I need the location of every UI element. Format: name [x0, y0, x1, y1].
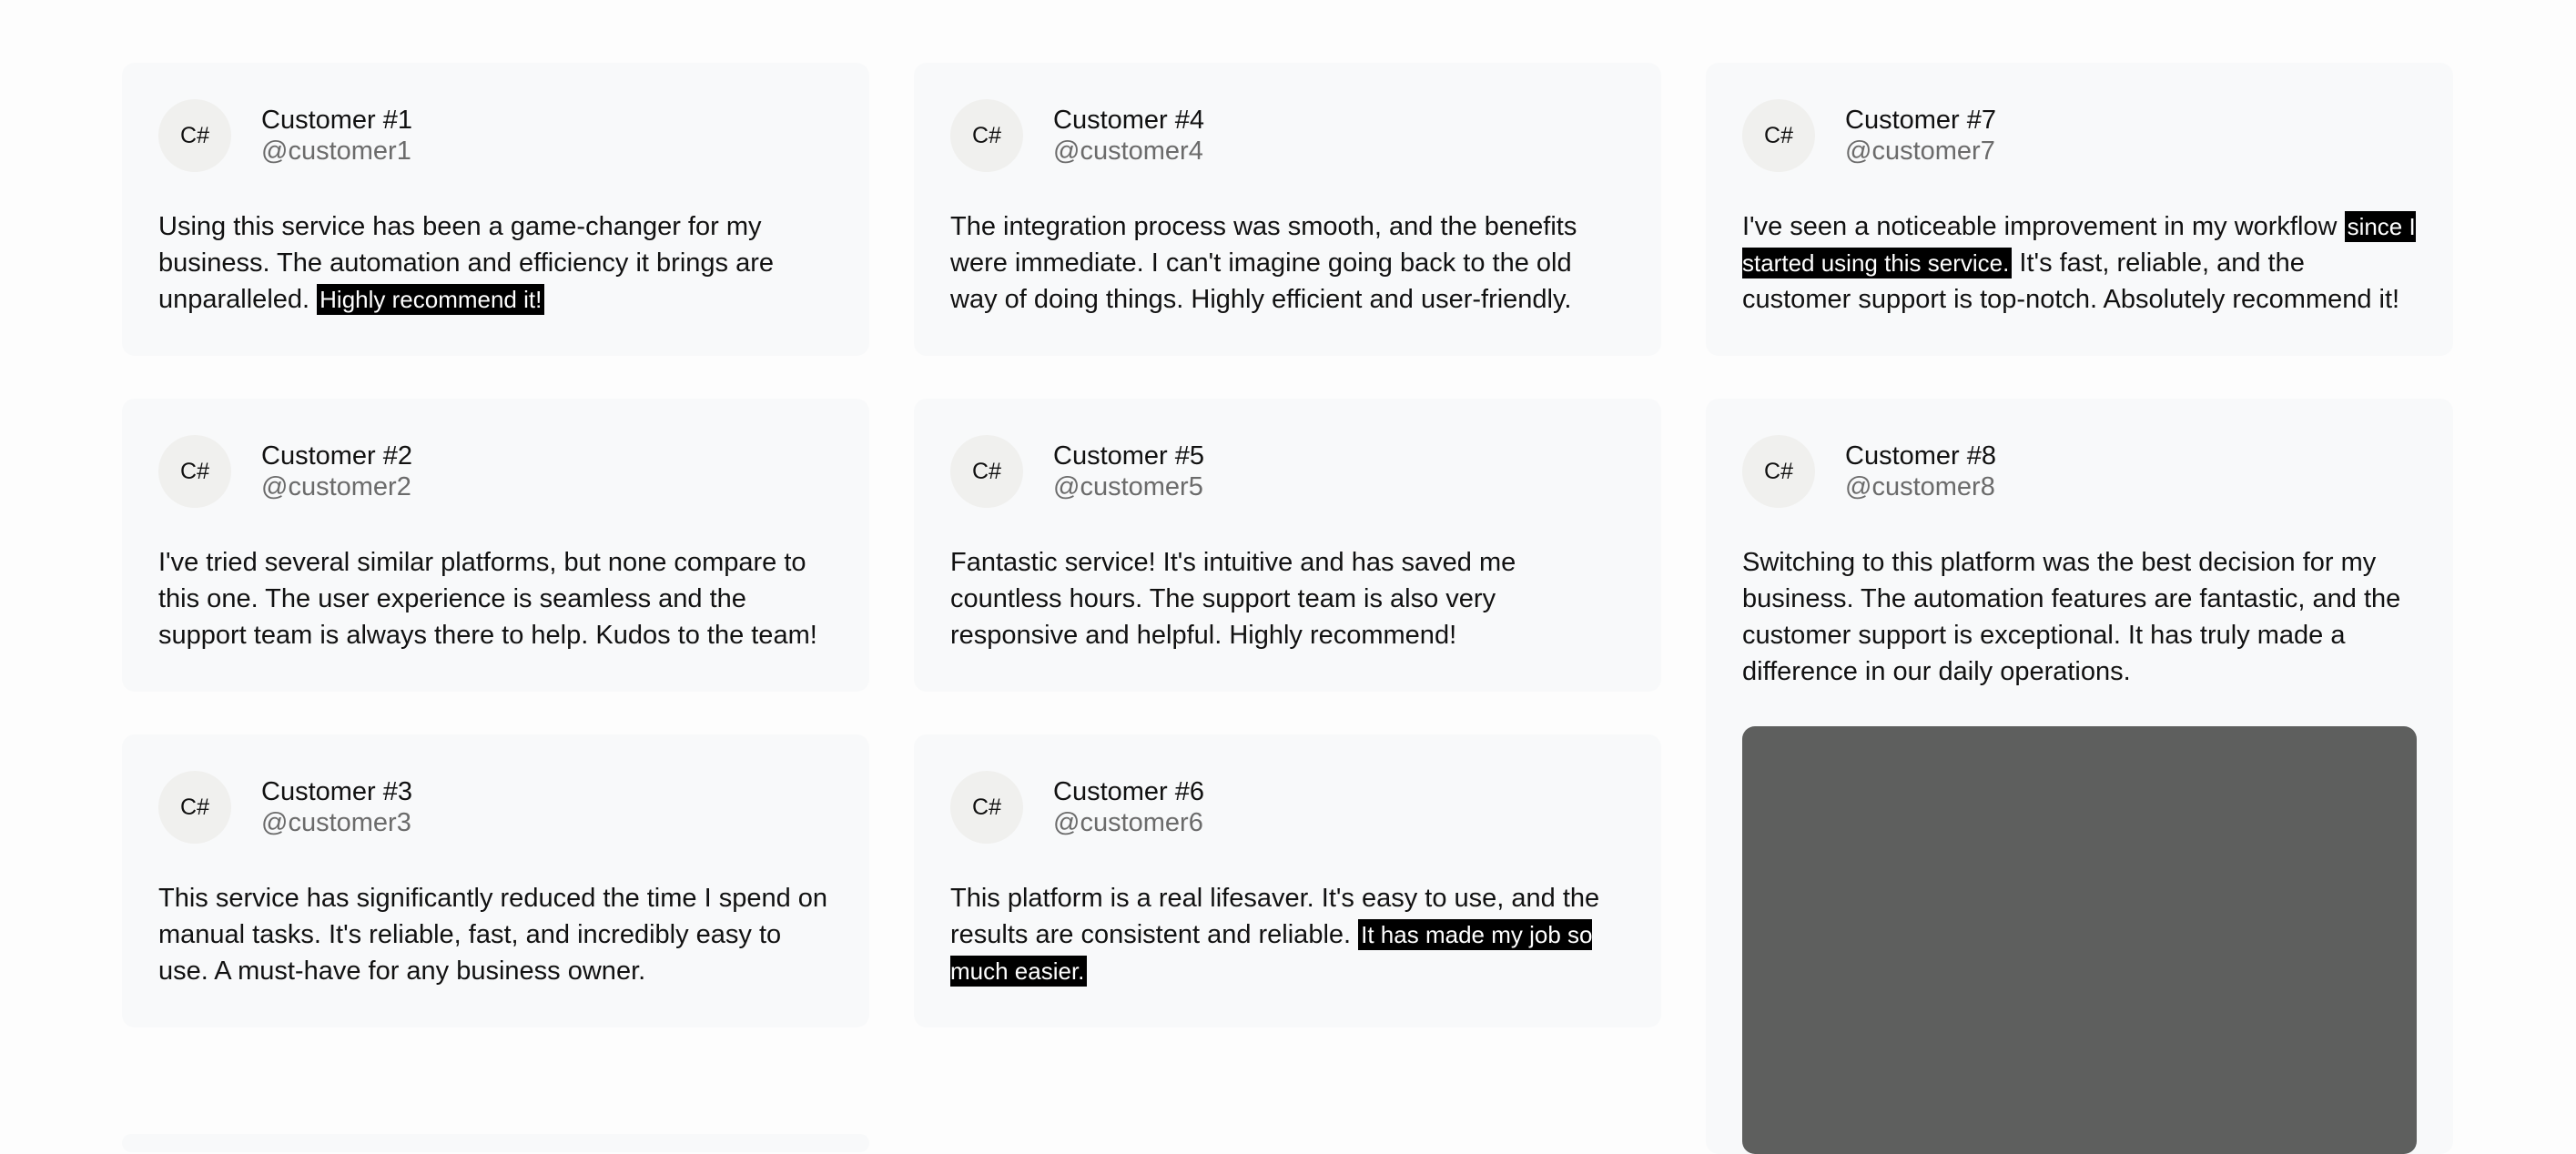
author-name: Customer #5 — [1053, 441, 1205, 471]
testimonial-card: C# Customer #5 @customer5 Fantastic serv… — [914, 399, 1661, 692]
card-header: C# Customer #4 @customer4 — [950, 99, 1625, 172]
author-handle: @customer7 — [1845, 137, 1995, 166]
author-info: Customer #5 @customer5 — [1053, 440, 1204, 502]
author-info: Customer #6 @customer6 — [1053, 776, 1204, 838]
testimonial-media-placeholder — [1742, 726, 2417, 1154]
author-info: Customer #8 @customer8 — [1845, 440, 1996, 502]
author-name: Customer #2 — [261, 441, 413, 471]
testimonial-card: C# Customer #1 @customer1 Using this ser… — [122, 63, 869, 356]
testimonial-card: C# Customer #6 @customer6 This platform … — [914, 734, 1661, 1027]
avatar: C# — [158, 771, 231, 844]
card-header: C# Customer #8 @customer8 — [1742, 435, 2417, 508]
avatar: C# — [950, 435, 1023, 508]
author-handle: @customer2 — [261, 472, 411, 501]
testimonial-card-partial — [122, 1134, 869, 1152]
highlighted-text: Highly recommend it! — [317, 284, 545, 315]
author-info: Customer #4 @customer4 — [1053, 105, 1204, 167]
avatar: C# — [1742, 99, 1815, 172]
testimonial-card: C# Customer #3 @customer3 This service h… — [122, 734, 869, 1027]
author-name: Customer #8 — [1845, 441, 1997, 471]
avatar: C# — [950, 771, 1023, 844]
author-handle: @customer8 — [1845, 472, 1995, 501]
testimonial-text: This platform is a real lifesaver. It's … — [950, 880, 1625, 989]
avatar: C# — [1742, 435, 1815, 508]
card-header: C# Customer #3 @customer3 — [158, 771, 833, 844]
testimonial-text: Fantastic service! It's intuitive and ha… — [950, 548, 1516, 650]
author-info: Customer #1 @customer1 — [261, 105, 412, 167]
testimonial-text-start: I've seen a noticeable improvement in my… — [1742, 212, 2345, 241]
card-header: C# Customer #7 @customer7 — [1742, 99, 2417, 172]
avatar: C# — [158, 99, 231, 172]
testimonial-text: The integration process was smooth, and … — [950, 212, 1577, 314]
author-info: Customer #2 @customer2 — [261, 440, 412, 502]
author-handle: @customer5 — [1053, 472, 1203, 501]
author-name: Customer #3 — [261, 777, 413, 806]
testimonial-card: C# Customer #4 @customer4 The integratio… — [914, 63, 1661, 356]
author-name: Customer #4 — [1053, 106, 1205, 135]
testimonial-text: Using this service has been a game-chang… — [158, 208, 833, 318]
testimonial-text: I've seen a noticeable improvement in my… — [1742, 208, 2417, 318]
card-header: C# Customer #5 @customer5 — [950, 435, 1625, 508]
card-header: C# Customer #6 @customer6 — [950, 771, 1625, 844]
testimonial-text: I've tried several similar platforms, bu… — [158, 548, 817, 650]
card-header: C# Customer #2 @customer2 — [158, 435, 833, 508]
testimonial-text: Switching to this platform was the best … — [1742, 548, 2401, 686]
author-name: Customer #6 — [1053, 777, 1205, 806]
card-header: C# Customer #1 @customer1 — [158, 99, 833, 172]
author-info: Customer #3 @customer3 — [261, 776, 412, 838]
testimonial-text: This service has significantly reduced t… — [158, 884, 828, 986]
testimonial-card: C# Customer #2 @customer2 I've tried sev… — [122, 399, 869, 692]
testimonial-card: C# Customer #8 @customer8 Switching to t… — [1706, 399, 2453, 1154]
testimonial-card: C# Customer #7 @customer7 I've seen a no… — [1706, 63, 2453, 356]
author-handle: @customer6 — [1053, 808, 1203, 837]
author-handle: @customer1 — [261, 137, 411, 166]
author-info: Customer #7 @customer7 — [1845, 105, 1996, 167]
author-name: Customer #7 — [1845, 106, 1997, 135]
avatar: C# — [158, 435, 231, 508]
author-handle: @customer4 — [1053, 137, 1203, 166]
author-name: Customer #1 — [261, 106, 413, 135]
avatar: C# — [950, 99, 1023, 172]
author-handle: @customer3 — [261, 808, 411, 837]
